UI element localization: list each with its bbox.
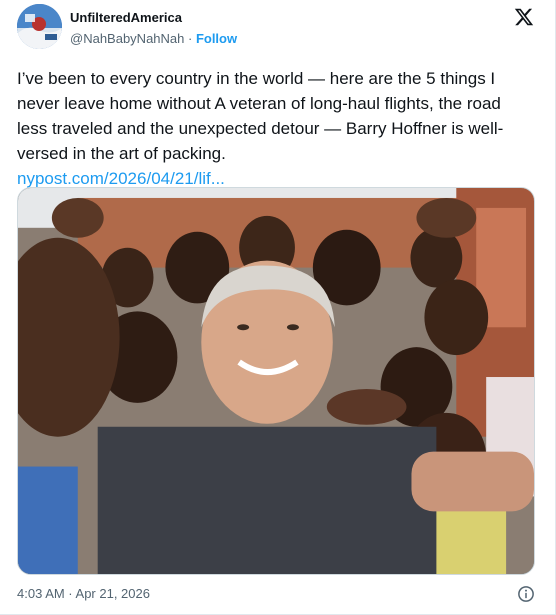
x-logo-icon[interactable] bbox=[513, 6, 535, 28]
tweet-link[interactable]: nypost.com/2026/04/21/lif... bbox=[17, 169, 225, 188]
avatar-image bbox=[17, 4, 62, 49]
tweet-footer: 4:03 AM · Apr 21, 2026 bbox=[17, 585, 535, 605]
tweet-photo[interactable] bbox=[17, 187, 535, 575]
follow-button[interactable]: Follow bbox=[196, 31, 237, 46]
tweet-text: I’ve been to every country in the world … bbox=[17, 66, 535, 191]
tweet-body: I’ve been to every country in the world … bbox=[17, 69, 504, 163]
photo-image bbox=[18, 188, 534, 574]
handle[interactable]: @NahBabyNahNah bbox=[70, 31, 184, 46]
handle-line: @NahBabyNahNah · Follow bbox=[70, 31, 237, 46]
timestamp[interactable]: 4:03 AM · Apr 21, 2026 bbox=[17, 586, 150, 601]
separator: · bbox=[184, 31, 196, 46]
info-icon[interactable] bbox=[517, 585, 535, 603]
avatar[interactable] bbox=[17, 4, 62, 49]
tweet-header: UnfilteredAmerica @NahBabyNahNah · Follo… bbox=[17, 4, 539, 52]
tweet-card: UnfilteredAmerica @NahBabyNahNah · Follo… bbox=[0, 0, 556, 615]
display-name[interactable]: UnfilteredAmerica bbox=[70, 10, 182, 25]
